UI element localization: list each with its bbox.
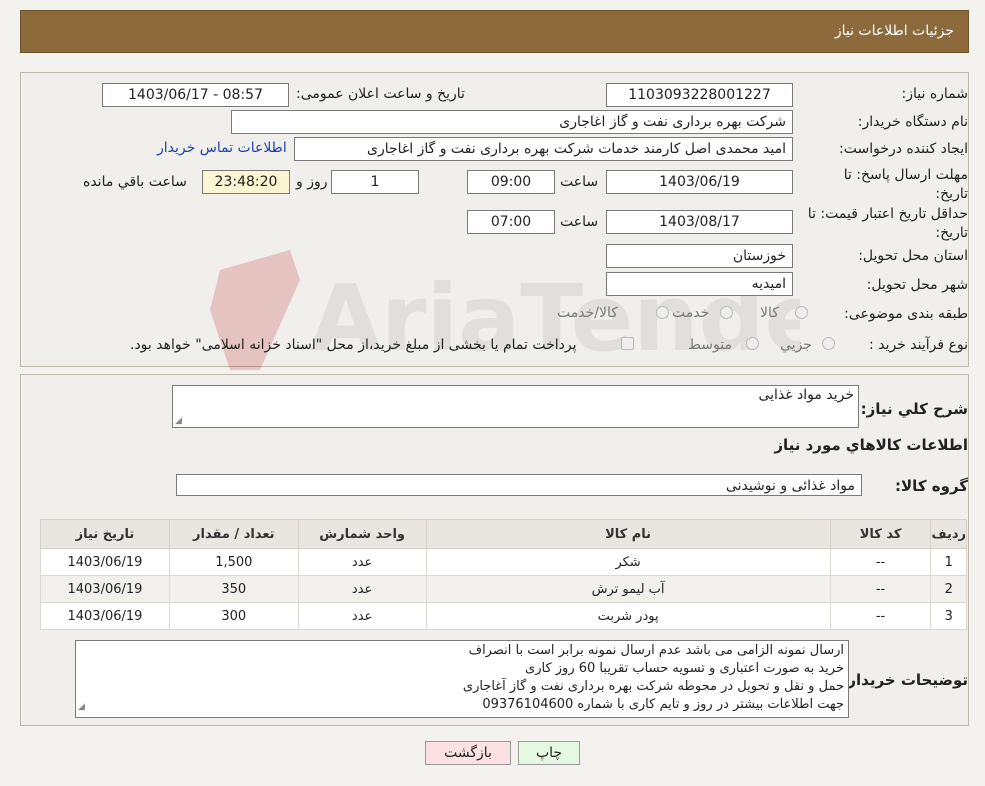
cell-name: آب لیمو ترش [425, 575, 831, 603]
cell-date: 1403/06/19 [40, 602, 170, 630]
remaining-time-field: 23:48:20 [202, 170, 290, 194]
cell-code: -- [829, 548, 932, 576]
col-header-name: نام كالا [425, 519, 831, 549]
cell-quantity: 300 [168, 602, 299, 630]
creator-label: ایجاد کننده درخواست: [839, 141, 968, 157]
validity-time-field: 07:00 [467, 210, 555, 234]
category-radio-service[interactable] [720, 306, 733, 319]
buyer-notes-textarea[interactable]: ارسال نمونه الزامی می باشد عدم ارسال نمو… [75, 640, 849, 718]
validity-label: حداقل تاریخ اعتبار قیمت: تا تاریخ: [807, 206, 968, 241]
col-header-quantity: تعداد / مقدار [168, 519, 299, 549]
buyer-note-line: ارسال نمونه الزامی می باشد عدم ارسال نمو… [468, 643, 844, 658]
validity-date-field: 1403/08/17 [606, 210, 793, 234]
buyer-notes-label: توضیحات خریدار: [841, 671, 968, 689]
need-number-field: 1103093228001227 [606, 83, 793, 107]
remaining-label: ساعت باقي مانده [83, 174, 187, 190]
cell-quantity: 1,500 [168, 548, 299, 576]
days-field: 1 [331, 170, 419, 194]
deadline-date-field: 1403/06/19 [606, 170, 793, 194]
cell-quantity: 350 [168, 575, 299, 603]
summary-label: شرح كلي نياز: [860, 400, 968, 418]
category-radio-goods-service[interactable] [656, 306, 669, 319]
announce-field: 1403/06/17 - 08:57 [102, 83, 289, 107]
back-button[interactable]: بازگشت [425, 741, 511, 765]
process-option-medium: متوسط [688, 337, 732, 353]
process-label: نوع فرآیند خرید : [869, 337, 968, 353]
validity-time-label: ساعت [560, 214, 599, 230]
items-heading: اطلاعات كالاهاي مورد نياز [774, 436, 968, 454]
category-radio-goods[interactable] [795, 306, 808, 319]
process-note: پرداخت تمام یا بخشی از مبلغ خرید،از محل … [130, 337, 577, 353]
buyer-note-line: حمل و نقل و تحویل در محوطه شرکت بهره برد… [462, 679, 844, 694]
cell-unit: عدد [297, 548, 427, 576]
cell-name: پودر شربت [425, 602, 831, 630]
category-label: طبقه بندی موضوعی: [844, 306, 968, 322]
need-number-label: شماره نیاز: [901, 86, 969, 102]
creator-field: امید محمدی اصل کارمند خدمات شرکت بهره بر… [294, 137, 793, 161]
process-radio-small[interactable] [822, 337, 835, 350]
page-title: جزئیات اطلاعات نیاز [834, 23, 954, 39]
cell-row-number: 3 [930, 602, 967, 630]
table-row: 1 -- شکر عدد 1,500 1403/06/19 [40, 548, 967, 576]
deadline-time-field: 09:00 [467, 170, 555, 194]
city-field: امیدیه [606, 272, 793, 296]
summary-text: خرید مواد غذایی [758, 387, 854, 403]
table-row: 3 -- پودر شربت عدد 300 1403/06/19 [40, 602, 967, 630]
deadline-time-label: ساعت [560, 174, 599, 190]
cell-date: 1403/06/19 [40, 548, 170, 576]
col-header-code: کد کالا [829, 519, 932, 549]
buyer-contact-link[interactable]: اطلاعات تماس خریدار [157, 140, 287, 156]
city-label: شهر محل تحویل: [866, 277, 968, 293]
col-header-unit: واحد شمارش [297, 519, 427, 549]
buyer-note-line: جهت اطلاعات بیشتر در روز و تایم کاری با … [482, 697, 844, 712]
category-option-goods: کالا [760, 305, 779, 321]
province-field: خوزستان [606, 244, 793, 268]
buyer-org-field: شرکت بهره برداری نفت و گاز اغاجاری [231, 110, 793, 134]
province-label: استان محل تحویل: [858, 248, 968, 264]
group-field: مواد غذائی و نوشیدنی [176, 474, 862, 496]
cell-code: -- [829, 575, 932, 603]
process-option-small: جزیي [780, 337, 812, 353]
table-row: 2 -- آب لیمو ترش عدد 350 1403/06/19 [40, 575, 967, 603]
resize-grip-icon[interactable]: ◢ [78, 698, 85, 716]
category-option-service: خدمت [672, 305, 710, 321]
col-header-row-number: رديف [930, 519, 967, 549]
resize-grip-icon[interactable]: ◢ [175, 416, 182, 426]
cell-unit: عدد [297, 575, 427, 603]
print-button[interactable]: چاپ [518, 741, 580, 765]
announce-label: تاریخ و ساعت اعلان عمومی: [296, 86, 465, 102]
days-label: روز و [296, 174, 328, 190]
cell-code: -- [829, 602, 932, 630]
buyer-note-line: خرید به صورت اعتباری و تسویه حساب تقریبا… [525, 661, 844, 676]
table-header-row: رديف کد کالا نام كالا واحد شمارش تعداد /… [40, 519, 967, 549]
deadline-label: مهلت ارسال پاسخ: تا تاریخ: [843, 167, 968, 202]
process-radio-medium[interactable] [746, 337, 759, 350]
buyer-org-label: نام دستگاه خریدار: [857, 114, 968, 130]
col-header-date: تاریخ نیاز [40, 519, 170, 549]
page-header: جزئیات اطلاعات نیاز [20, 10, 969, 53]
treasury-checkbox[interactable] [621, 337, 634, 350]
cell-date: 1403/06/19 [40, 575, 170, 603]
category-option-goods-service: کالا/خدمت [557, 305, 618, 321]
cell-unit: عدد [297, 602, 427, 630]
cell-row-number: 1 [930, 548, 967, 576]
group-label: گروه کالا: [895, 477, 968, 495]
cell-row-number: 2 [930, 575, 967, 603]
cell-name: شکر [425, 548, 831, 576]
summary-textarea[interactable]: خرید مواد غذایی ◢ [172, 385, 859, 428]
items-table: رديف کد کالا نام كالا واحد شمارش تعداد /… [40, 519, 967, 630]
